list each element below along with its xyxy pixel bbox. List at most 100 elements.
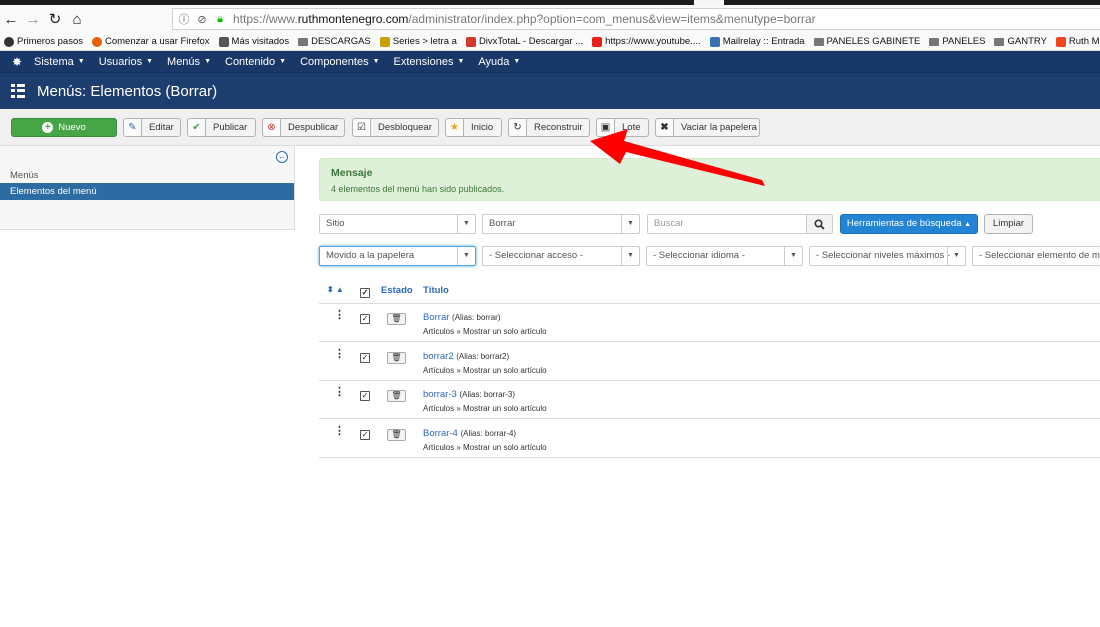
back-button[interactable]: ←: [0, 8, 22, 30]
collapse-sidebar-icon[interactable]: ←: [276, 151, 288, 163]
folder-icon: [298, 37, 309, 46]
bookmarks-bar: Primeros pasos Comenzar a usar Firefox Más…: [0, 33, 1100, 51]
trash-icon[interactable]: 🗑︎: [387, 428, 406, 441]
select-all-checkbox[interactable]: ✓: [360, 288, 370, 298]
drag-handle-icon[interactable]: ⋮: [334, 310, 345, 321]
chevron-down-icon: ▼: [784, 247, 802, 265]
new-button-label: Nuevo: [58, 122, 86, 133]
bookmark-item[interactable]: PANELES GABINETE: [813, 36, 920, 47]
topnav-item[interactable]: Extensiones ▼: [394, 56, 465, 68]
new-button[interactable]: + Nuevo: [11, 118, 117, 137]
search-button[interactable]: [806, 214, 833, 234]
empty-trash-button[interactable]: ✖ Vaciar la papelera: [655, 118, 760, 137]
check-icon: ✔: [188, 119, 206, 136]
row-title: borrar2 (Alias: borrar2): [423, 351, 509, 362]
bookmark-item[interactable]: Mailrelay :: Entrada: [709, 36, 805, 47]
title-column-header[interactable]: Título: [423, 285, 449, 296]
access-select[interactable]: - Seleccionar acceso - ▼: [482, 246, 640, 266]
home-default-button[interactable]: ★ Inicio: [445, 118, 502, 137]
publish-button[interactable]: ✔ Publicar: [187, 118, 256, 137]
trash-icon[interactable]: 🗑︎: [387, 390, 406, 402]
bookmark-item[interactable]: Comenzar a usar Firefox: [92, 36, 210, 47]
row-checkbox[interactable]: ✓: [360, 391, 370, 401]
item-title-link[interactable]: Borrar-4: [423, 428, 458, 439]
globe-icon: [4, 36, 14, 47]
table-header: ⬍ ▲ ✓ Estado Título: [319, 283, 1100, 304]
rebuild-button[interactable]: ↻ Reconstruir: [508, 118, 590, 137]
sidebar-item-menus[interactable]: Menús: [10, 170, 39, 181]
item-type: Artículos » Mostrar un solo artículo: [423, 365, 547, 375]
bookmark-item[interactable]: DESCARGAS: [298, 36, 371, 47]
bookmark-label: DivxTotaL - Descargar ...: [478, 36, 584, 47]
menu-select[interactable]: Borrar ▼: [482, 214, 640, 234]
bookmark-item[interactable]: Más visitados: [218, 36, 290, 47]
bookmark-item[interactable]: Series > letra a: [379, 36, 457, 47]
url-path: /administrator/index.php?option=com_menu…: [408, 12, 816, 26]
row-checkbox[interactable]: ✓: [360, 429, 370, 440]
bookmark-item[interactable]: Primeros pasos: [4, 36, 83, 47]
topnav-item[interactable]: Menús ▼: [167, 56, 211, 68]
element-select[interactable]: - Seleccionar elemento de me: [972, 246, 1100, 266]
row-checkbox[interactable]: ✓: [360, 352, 370, 363]
max-levels-select[interactable]: - Seleccionar niveles máximos - ▼: [809, 246, 966, 266]
status-column-header[interactable]: Estado: [381, 285, 413, 296]
drag-handle-icon[interactable]: ⋮: [334, 425, 345, 436]
bookmark-item[interactable]: PANELES: [929, 36, 985, 47]
topnav-item[interactable]: Usuarios ▼: [99, 56, 153, 68]
table-row: ⋮ ✓ 🗑︎ borrar-3 (Alias: borrar-3) Artículos …: [319, 381, 1100, 419]
sidebar: ← Menús Elementos del menú: [0, 146, 295, 230]
info-icon[interactable]: ⓘ: [177, 11, 191, 27]
item-title-link[interactable]: Borrar: [423, 312, 449, 323]
tracking-protection-icon[interactable]: ⊘: [195, 13, 209, 26]
search-input[interactable]: Buscar: [647, 214, 807, 234]
batch-button[interactable]: ▣ Lote: [596, 118, 649, 137]
home-button[interactable]: ⌂: [66, 8, 88, 30]
bookmark-label: Más visitados: [231, 36, 290, 47]
drag-handle-icon[interactable]: ⋮: [334, 387, 345, 398]
topnav-item[interactable]: Sistema ▼: [34, 56, 85, 68]
menu-select-value: Borrar: [489, 218, 516, 229]
bookmark-item[interactable]: GANTRY: [994, 36, 1047, 47]
reload-button[interactable]: ↻: [44, 8, 66, 30]
topnav-item[interactable]: Componentes ▼: [300, 56, 379, 68]
sort-ordering-icon[interactable]: ⬍ ▲: [327, 285, 344, 294]
trash-icon[interactable]: 🗑︎: [387, 313, 406, 325]
bookmark-item[interactable]: DivxTotaL - Descargar ...: [465, 36, 584, 47]
trash-icon[interactable]: 🗑︎: [387, 351, 406, 364]
bookmark-item[interactable]: https://www.youtube....: [592, 36, 701, 47]
item-title-link[interactable]: borrar-3: [423, 389, 457, 400]
client-select[interactable]: Sitio ▼: [319, 214, 476, 234]
browser-toolbar: ← → ↻ ⌂ ⓘ ⊘ 🔒︎ https://www. ruthmontenegr…: [0, 5, 1100, 33]
drag-handle-icon[interactable]: ⋮: [334, 348, 345, 359]
bookmark-label: Mailrelay :: Entrada: [722, 36, 805, 47]
sidebar-item-menu-items[interactable]: Elementos del menú: [0, 183, 294, 200]
chevron-down-icon: ▼: [457, 247, 475, 265]
close-icon: ✖: [656, 119, 674, 136]
forward-button[interactable]: →: [22, 8, 44, 30]
unpublish-button[interactable]: ⊗ Despublicar: [262, 118, 345, 137]
bookmark-label: Comenzar a usar Firefox: [105, 36, 210, 47]
caret-down-icon: ▼: [372, 58, 380, 65]
admin-top-menu: ✸ Sistema ▼ Usuarios ▼ Menús ▼ Contenido ▼ Compo…: [0, 51, 1100, 72]
status-select[interactable]: Movido a la papelera ▼: [319, 246, 476, 266]
topnav-item[interactable]: Ayuda ▼: [478, 56, 520, 68]
url-bar[interactable]: ⓘ ⊘ 🔒︎ https://www. ruthmontenegro.com/ad…: [172, 8, 1100, 30]
bookmark-label: Series > letra a: [392, 36, 457, 47]
item-title-link[interactable]: borrar2: [423, 351, 454, 362]
status-select-value: Movido a la papelera: [326, 250, 415, 261]
lock-icon[interactable]: 🔒︎: [213, 13, 227, 26]
plus-icon: +: [42, 122, 54, 133]
caret-down-icon: ▼: [513, 58, 521, 65]
star-icon: ★: [446, 119, 464, 136]
joomla-logo-icon[interactable]: ✸: [0, 55, 34, 69]
edit-button[interactable]: ✎ Editar: [123, 118, 181, 137]
topnav-item-label: Menús: [167, 55, 201, 68]
checkin-button[interactable]: ☑ Desbloquear: [352, 118, 439, 137]
clear-button[interactable]: Limpiar: [984, 214, 1033, 234]
row-checkbox[interactable]: ✓: [360, 314, 370, 324]
language-select[interactable]: - Seleccionar idioma - ▼: [646, 246, 803, 266]
bookmark-item[interactable]: Ruth Montenegro Vid...: [1055, 36, 1100, 47]
search-tools-button[interactable]: Herramientas de búsqueda ▲: [840, 214, 978, 234]
topnav-item[interactable]: Contenido ▼: [225, 56, 286, 68]
success-message: Mensaje 4 elementos del menú han sido pu…: [319, 158, 1100, 201]
